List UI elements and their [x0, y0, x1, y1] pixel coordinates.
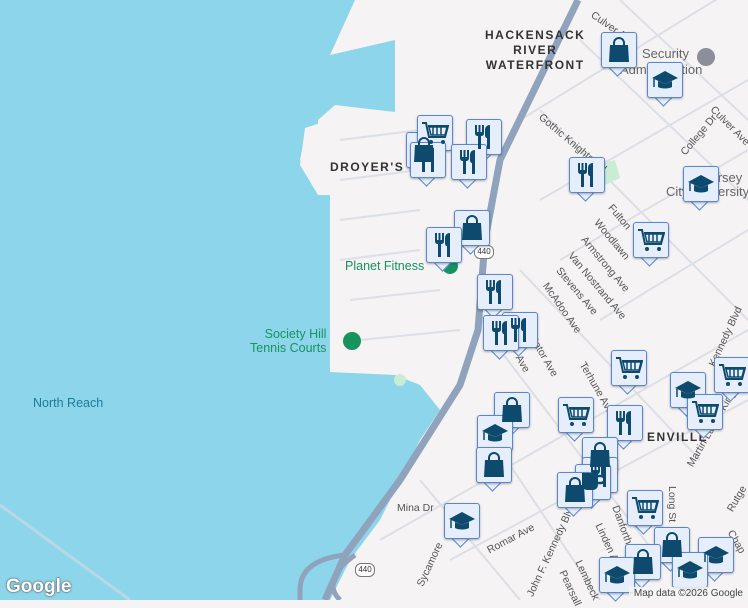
edu-marker[interactable] — [683, 166, 719, 211]
food-icon — [607, 405, 643, 441]
cart-marker[interactable] — [611, 350, 647, 395]
poi-planet-fitness[interactable]: Planet Fitness — [345, 259, 424, 273]
edu-marker[interactable] — [444, 503, 480, 548]
cart-icon — [627, 490, 663, 526]
cart-icon — [633, 222, 669, 258]
poi-security-admin[interactable]: Security — [642, 46, 689, 61]
food-icon — [410, 142, 446, 178]
area-label-hackensack: HACKENSACK RIVER WATERFRONT — [485, 28, 586, 72]
cart-marker[interactable] — [558, 397, 594, 442]
tennis-pin-icon[interactable] — [343, 332, 361, 350]
food-marker[interactable] — [569, 157, 605, 202]
cart-marker[interactable] — [687, 394, 723, 439]
shop-marker[interactable] — [476, 447, 512, 492]
map-attribution[interactable]: Map data ©2026 Google — [628, 587, 748, 600]
food-icon — [569, 157, 605, 193]
food-icon — [477, 274, 513, 310]
food-icon — [426, 227, 462, 263]
edu-icon — [683, 166, 719, 202]
route-440-shield-2: 440 — [355, 563, 375, 577]
cart-marker[interactable] — [633, 222, 669, 267]
google-logo[interactable]: Google — [6, 576, 71, 598]
food-marker[interactable] — [451, 144, 487, 189]
food-marker[interactable] — [426, 227, 462, 272]
cart-icon — [611, 350, 647, 386]
cart-icon — [687, 394, 723, 430]
cart-icon — [558, 397, 594, 433]
poi-society-hill-tennis[interactable]: Society Hill Tennis Courts — [250, 327, 326, 355]
shop-icon — [601, 32, 637, 68]
street-mina-dr: Mina Dr — [397, 502, 434, 514]
edu-marker[interactable] — [647, 62, 683, 107]
edu-icon — [647, 62, 683, 98]
water-label-north-reach: North Reach — [33, 396, 104, 410]
government-icon[interactable] — [697, 48, 715, 66]
edu-icon — [444, 503, 480, 539]
food-marker[interactable] — [410, 142, 446, 187]
shop-marker[interactable] — [601, 32, 637, 77]
shop-icon — [476, 447, 512, 483]
cart-icon — [714, 357, 748, 393]
street-long-st: Long St — [666, 486, 678, 523]
